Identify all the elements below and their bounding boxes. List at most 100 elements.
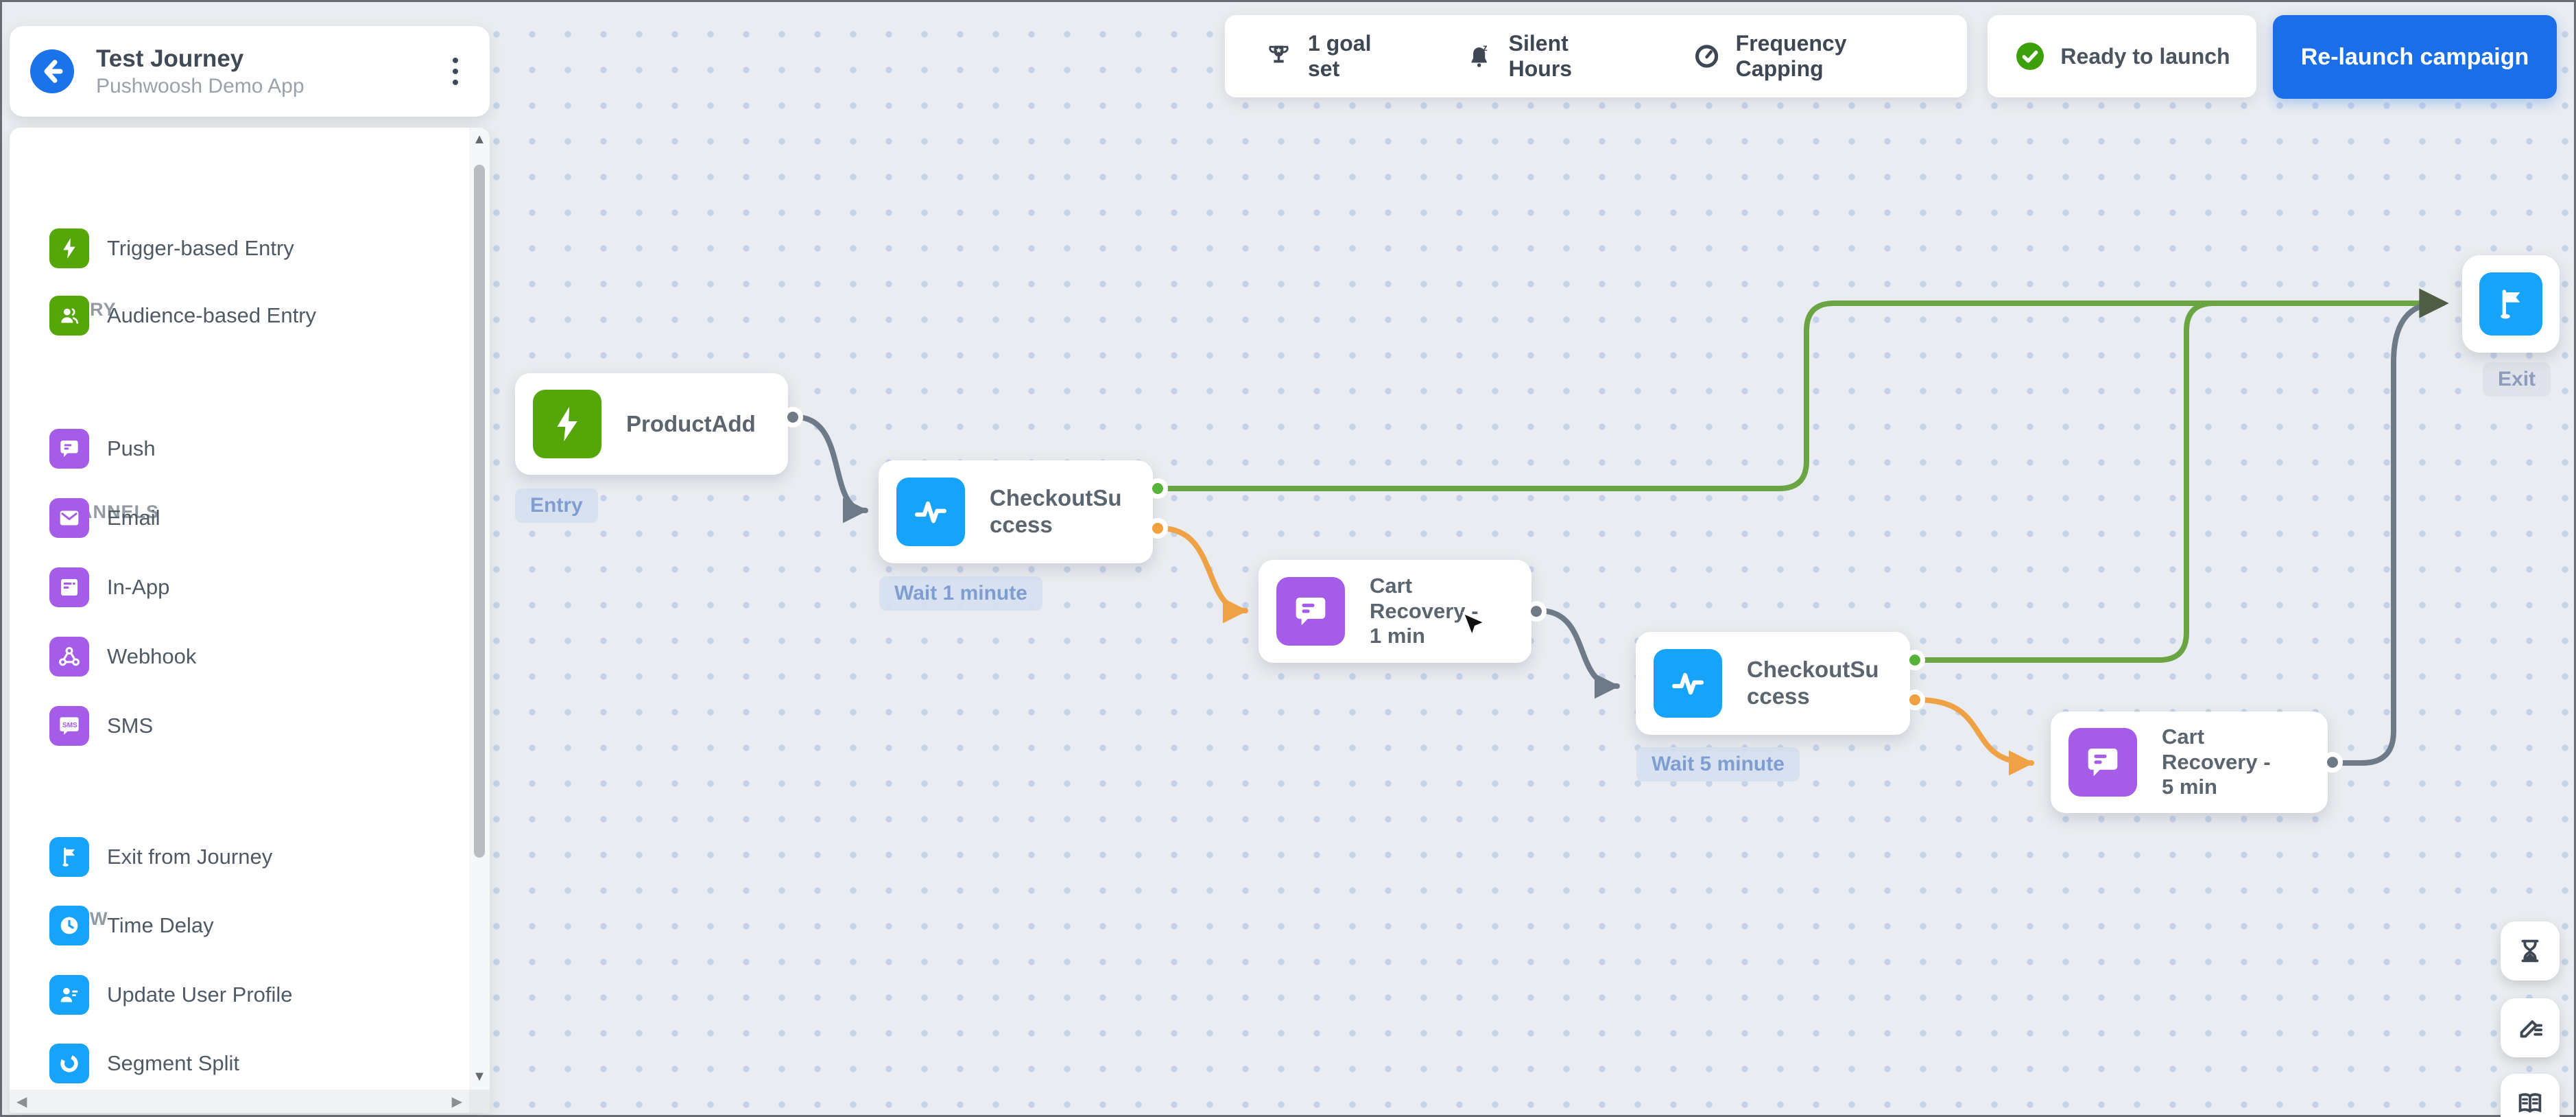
palette-item-segment-split[interactable]: Segment Split [36, 1029, 447, 1098]
goal-set-label: 1 goal set [1308, 31, 1372, 81]
launch-status-label: Ready to launch [2060, 43, 2230, 69]
palette-item-label: Audience-based Entry [107, 303, 317, 327]
wire-checkout1-to-exit [1158, 301, 2436, 491]
lightning-icon [533, 390, 601, 458]
back-button[interactable] [30, 49, 74, 93]
bell-snooze-icon: z [1471, 43, 1488, 67]
output-port[interactable] [1526, 601, 1547, 622]
check-circle-icon [2016, 43, 2044, 70]
vertical-scroll-thumb[interactable] [474, 165, 485, 858]
goal-set-button[interactable]: 1 goal set [1265, 31, 1403, 82]
palette-item-label: Trigger-based Entry [107, 236, 294, 260]
push-icon [2068, 728, 2137, 797]
palette-item-sms[interactable]: SMS SMS [36, 692, 447, 760]
palette-item-label: Email [107, 506, 160, 530]
palette-vertical-scrollbar[interactable]: ▲ ▼ [469, 128, 490, 1090]
journey-menu-button[interactable] [442, 51, 469, 92]
user-edit-icon [49, 975, 89, 1015]
palette-item-label: In-App [107, 575, 170, 599]
documentation-button[interactable] [2501, 1074, 2560, 1117]
scrollbar-corner [469, 1090, 490, 1113]
timeout-output-port[interactable] [1905, 690, 1925, 710]
palette-item-audience-entry[interactable]: Audience-based Entry [36, 281, 447, 350]
palette-item-trigger-entry[interactable]: Trigger-based Entry [36, 214, 447, 283]
output-port[interactable] [783, 407, 803, 427]
hourglass-icon [2521, 939, 2539, 963]
wire-checkout2-to-cart5 [1915, 697, 2034, 776]
node-title: CheckoutSuccess [990, 485, 1122, 537]
palette-item-time-delay[interactable]: Time Delay [36, 891, 447, 960]
journey-title: Test Journey [96, 45, 244, 73]
elements-palette: ENTRY Trigger-based Entry Audience-based… [10, 128, 490, 1113]
pulse-icon [1654, 649, 1722, 718]
relaunch-campaign-button[interactable]: Re-launch campaign [2273, 15, 2557, 99]
push-icon [49, 429, 89, 469]
edit-list-icon [2520, 1020, 2543, 1038]
node-badge-exit: Exit [2483, 362, 2551, 397]
scroll-right-arrow[interactable]: ▶ [452, 1093, 462, 1110]
palette-item-label: Update User Profile [107, 983, 293, 1007]
palette-item-webhook[interactable]: Webhook [36, 622, 447, 691]
palette-horizontal-scrollbar[interactable]: ◀ ▶ [10, 1090, 469, 1113]
success-output-port[interactable] [1147, 478, 1168, 499]
palette-item-exit-journey[interactable]: Exit from Journey [36, 823, 447, 891]
palette-item-label: Time Delay [107, 913, 214, 937]
node-cart-recovery-1min[interactable]: Cart Recovery - 1 min [1259, 560, 1547, 663]
palette-item-update-profile[interactable]: Update User Profile [36, 961, 447, 1029]
wire-cart1-to-checkout2 [1536, 608, 1620, 699]
book-icon [2518, 1093, 2542, 1113]
node-badge-entry: Entry [515, 489, 598, 523]
audience-icon [49, 296, 89, 336]
history-button[interactable] [2501, 921, 2560, 980]
wire-checkout2-to-exit [1915, 301, 2321, 663]
scroll-left-arrow[interactable]: ◀ [16, 1093, 27, 1110]
webhook-icon [49, 637, 89, 677]
palette-item-label: Push [107, 436, 156, 460]
mouse-cursor [1462, 612, 1486, 637]
node-product-add[interactable]: ProductAdd [515, 373, 803, 475]
wire-productadd-to-checkout1 [793, 414, 868, 524]
sms-icon: SMS [49, 706, 89, 746]
pie-icon [49, 1044, 89, 1083]
pulse-icon [896, 478, 965, 546]
node-badge-wait: Wait 1 minute [879, 576, 1042, 611]
journey-builder-app: { "header": { "title": "Test Journey", "… [0, 0, 2576, 1117]
node-badge-wait: Wait 5 minute [1636, 747, 1800, 781]
palette-item-inapp[interactable]: In-App [36, 553, 447, 622]
flag-icon [49, 837, 89, 877]
palette-item-label: Exit from Journey [107, 845, 273, 869]
journey-header-card: Test Journey Pushwoosh Demo App [10, 26, 490, 117]
svg-text:z: z [1483, 43, 1488, 53]
node-cart-recovery-5min[interactable]: Cart Recovery - 5 min [2051, 712, 2343, 813]
wire-checkout1-to-cart1 [1158, 526, 1248, 624]
journey-settings-toolbar: 1 goal set z Silent Hours Frequency Capp… [1225, 15, 1967, 97]
gauge-icon [1695, 45, 1718, 68]
palette-item-email[interactable]: Email [36, 484, 447, 552]
node-title: Cart Recovery - 5 min [2162, 725, 2271, 799]
node-title: CheckoutSuccess [1747, 657, 1879, 709]
scroll-down-arrow[interactable]: ▼ [470, 1069, 488, 1085]
edit-notes-button[interactable] [2501, 998, 2560, 1057]
node-checkout-success-2[interactable]: CheckoutSuccess [1636, 632, 1925, 735]
lightning-icon [49, 228, 89, 268]
journey-app-name: Pushwoosh Demo App [96, 74, 305, 97]
wire-cart5-to-exit [2333, 288, 2449, 766]
output-port[interactable] [2322, 752, 2343, 773]
silent-hours-button[interactable]: z Silent Hours [1466, 31, 1630, 82]
palette-item-label: SMS [107, 714, 154, 738]
node-title: ProductAdd [626, 410, 756, 436]
node-exit[interactable] [2462, 255, 2560, 353]
palette-item-label: Webhook [107, 644, 197, 668]
node-checkout-success-1[interactable]: CheckoutSuccess [879, 460, 1168, 563]
palette-item-label: Segment Split [107, 1051, 239, 1075]
trophy-icon [1269, 45, 1289, 63]
timeout-output-port[interactable] [1147, 518, 1168, 539]
clock-icon [49, 906, 89, 945]
inapp-icon [49, 567, 89, 607]
silent-hours-label: Silent Hours [1508, 31, 1573, 81]
scroll-up-arrow[interactable]: ▲ [470, 132, 488, 148]
palette-item-push[interactable]: Push [36, 414, 447, 483]
flag-icon [2479, 272, 2542, 336]
success-output-port[interactable] [1905, 650, 1925, 670]
frequency-capping-button[interactable]: Frequency Capping [1693, 31, 1927, 82]
